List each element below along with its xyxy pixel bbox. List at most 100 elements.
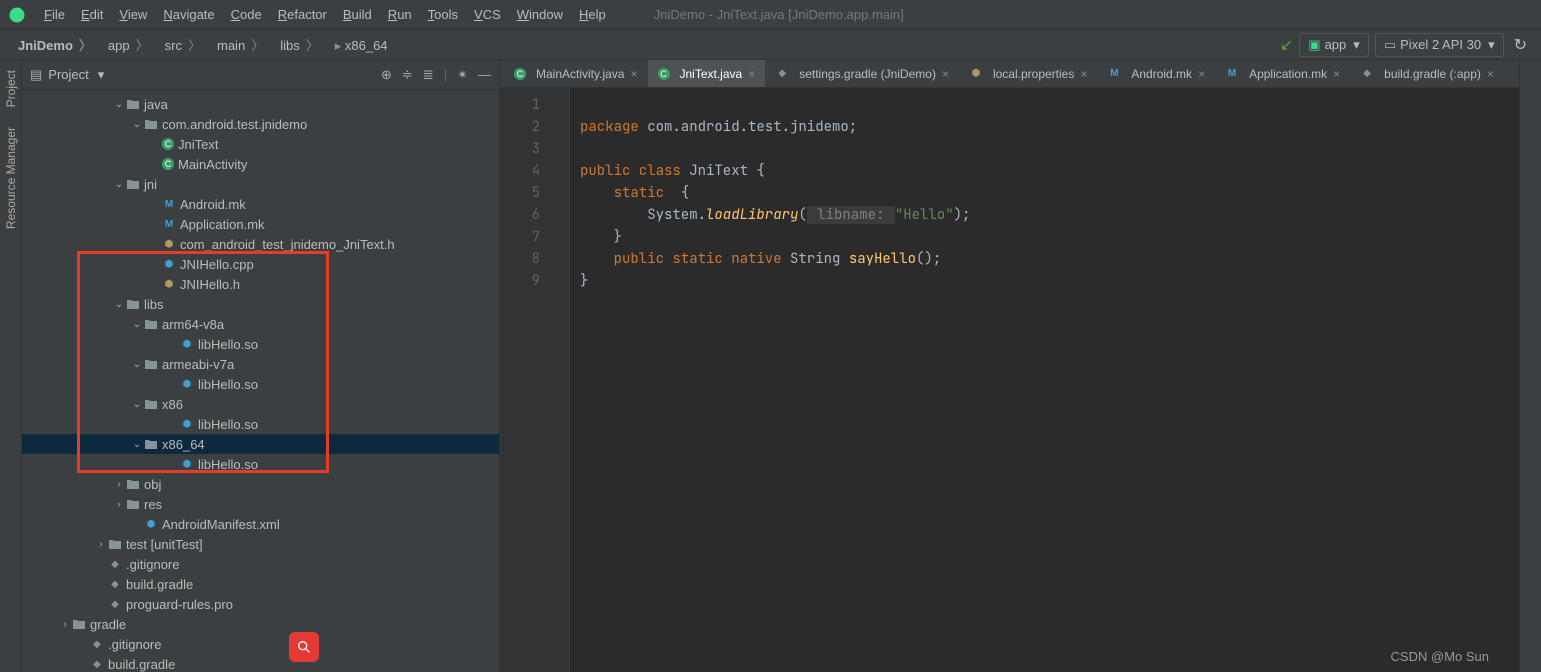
sync-icon[interactable]: ↙ xyxy=(1280,35,1293,55)
expander-icon[interactable]: ⌄ xyxy=(130,399,144,410)
project-tree[interactable]: ⌄java⌄com.android.test.jnidemoCJniTextCM… xyxy=(22,90,499,672)
editor-tab[interactable]: MApplication.mk× xyxy=(1215,60,1350,87)
expander-icon[interactable]: ⌄ xyxy=(130,119,144,130)
breadcrumb-item[interactable]: app xyxy=(100,36,157,55)
menu-file[interactable]: File xyxy=(36,3,73,26)
expander-icon[interactable]: ⌄ xyxy=(112,299,126,310)
expand-all-icon[interactable]: ≑ xyxy=(402,67,413,83)
close-tab-icon[interactable]: × xyxy=(1080,67,1087,81)
tree-item[interactable]: ◆.gitignore xyxy=(22,634,499,654)
close-tab-icon[interactable]: × xyxy=(1333,67,1340,81)
code-area[interactable]: package com.android.test.jnidemo; public… xyxy=(570,88,1519,672)
tree-item[interactable]: CJniText xyxy=(22,134,499,154)
expander-icon[interactable]: ⌄ xyxy=(112,99,126,110)
expander-icon[interactable]: ⌄ xyxy=(130,359,144,370)
panel-title[interactable]: Project xyxy=(48,67,88,82)
close-tab-icon[interactable]: × xyxy=(630,67,637,81)
tree-item[interactable]: ⌄armeabi-v7a xyxy=(22,354,499,374)
tree-item[interactable]: ◆build.gradle xyxy=(22,574,499,594)
editor-tab[interactable]: ◆settings.gradle (JniDemo)× xyxy=(765,60,959,87)
tree-item[interactable]: ⬢com_android_test_jnidemo_JniText.h xyxy=(22,234,499,254)
device-selector-button[interactable]: ▭Pixel 2 API 30▾ xyxy=(1375,33,1504,57)
tree-item[interactable]: ⌄arm64-v8a xyxy=(22,314,499,334)
menu-vcs[interactable]: VCS xyxy=(466,3,509,26)
tree-label: libHello.so xyxy=(198,457,258,472)
tree-label: com_android_test_jnidemo_JniText.h xyxy=(180,237,395,252)
editor-tab[interactable]: ◆build.gradle (:app)× xyxy=(1350,60,1504,87)
close-tab-icon[interactable]: × xyxy=(1487,67,1494,81)
settings-icon[interactable]: ✴ xyxy=(457,67,468,83)
panel-dropdown-icon[interactable]: ▾ xyxy=(98,67,105,83)
editor-tab[interactable]: MAndroid.mk× xyxy=(1097,60,1215,87)
menu-refactor[interactable]: Refactor xyxy=(270,3,335,26)
tree-item[interactable]: ›obj xyxy=(22,474,499,494)
breadcrumb-item[interactable]: JniDemo xyxy=(10,36,100,55)
expander-icon[interactable]: › xyxy=(58,619,72,630)
tree-item[interactable]: ⬢ JNIHello.h xyxy=(22,274,499,294)
menu-build[interactable]: Build xyxy=(335,3,380,26)
editor-tab[interactable]: CJniText.java× xyxy=(648,60,766,87)
m-icon: M xyxy=(162,217,176,231)
menu-window[interactable]: Window xyxy=(509,3,571,26)
tree-item[interactable]: ⬢libHello.so xyxy=(22,454,499,474)
close-tab-icon[interactable]: × xyxy=(748,67,755,81)
project-tool-button[interactable]: Project xyxy=(4,70,18,107)
menu-tools[interactable]: Tools xyxy=(420,3,466,26)
expander-icon[interactable]: › xyxy=(94,539,108,550)
editor[interactable]: 123456789 package com.android.test.jnide… xyxy=(500,88,1519,672)
tree-item[interactable]: ⬢JNIHello.cpp xyxy=(22,254,499,274)
collapse-all-icon[interactable]: ≣ xyxy=(423,67,434,83)
run-config-button[interactable]: ▣app▾ xyxy=(1299,33,1369,57)
tree-item[interactable]: ⬢libHello.so xyxy=(22,414,499,434)
gradle-icon: ◆ xyxy=(90,637,104,651)
close-tab-icon[interactable]: × xyxy=(942,67,949,81)
tree-item[interactable]: ›test [unitTest] xyxy=(22,534,499,554)
expander-icon[interactable]: › xyxy=(112,479,126,490)
tree-item[interactable]: ⌄libs xyxy=(22,294,499,314)
select-opened-icon[interactable]: ⊕ xyxy=(381,67,392,83)
menu-navigate[interactable]: Navigate xyxy=(155,3,222,26)
tree-item[interactable]: ⌄x86_64 xyxy=(22,434,499,454)
breadcrumb-item[interactable]: src xyxy=(157,36,209,55)
tree-item[interactable]: ⌄jni xyxy=(22,174,499,194)
h-icon: ⬢ xyxy=(969,67,983,81)
breadcrumb-item[interactable]: ▸ x86_64 xyxy=(327,36,396,55)
tree-item[interactable]: ⌄java xyxy=(22,94,499,114)
search-fab[interactable] xyxy=(289,632,319,662)
tree-label: Application.mk xyxy=(180,217,265,232)
menu-code[interactable]: Code xyxy=(223,3,270,26)
menu-run[interactable]: Run xyxy=(380,3,420,26)
breadcrumb-item[interactable]: main xyxy=(209,36,272,55)
menu-view[interactable]: View xyxy=(111,3,155,26)
tree-item[interactable]: ⬢libHello.so xyxy=(22,334,499,354)
hide-panel-icon[interactable]: — xyxy=(478,67,491,83)
expander-icon[interactable]: ⌄ xyxy=(130,439,144,450)
editor-tab[interactable]: CMainActivity.java× xyxy=(504,60,648,87)
tree-label: JNIHello.h xyxy=(180,277,240,292)
tree-item[interactable]: MAndroid.mk xyxy=(22,194,499,214)
resource-manager-button[interactable]: Resource Manager xyxy=(4,127,18,229)
h-icon: ⬢ xyxy=(162,277,176,291)
tree-item[interactable]: ◆.gitignore xyxy=(22,554,499,574)
menu-help[interactable]: Help xyxy=(571,3,614,26)
menu-edit[interactable]: Edit xyxy=(73,3,111,26)
refresh-icon[interactable]: ↻ xyxy=(1510,35,1531,55)
tree-item[interactable]: ⬢AndroidManifest.xml xyxy=(22,514,499,534)
expander-icon[interactable]: ⌄ xyxy=(112,179,126,190)
tree-item[interactable]: ›res xyxy=(22,494,499,514)
tree-item[interactable]: M Application.mk xyxy=(22,214,499,234)
breadcrumb-item[interactable]: libs xyxy=(272,36,327,55)
tree-item[interactable]: ⌄x86 xyxy=(22,394,499,414)
editor-tab[interactable]: ⬢local.properties× xyxy=(959,60,1097,87)
tree-item[interactable]: ⌄com.android.test.jnidemo xyxy=(22,114,499,134)
close-tab-icon[interactable]: × xyxy=(1198,67,1205,81)
expander-icon[interactable]: ⌄ xyxy=(130,319,144,330)
tree-item[interactable]: ⬢libHello.so xyxy=(22,374,499,394)
expander-icon[interactable]: › xyxy=(112,499,126,510)
tree-item[interactable]: CMainActivity xyxy=(22,154,499,174)
tree-item[interactable]: ›gradle xyxy=(22,614,499,634)
watermark: CSDN @Mo Sun xyxy=(1391,649,1489,664)
tree-item[interactable]: ◆build.gradle xyxy=(22,654,499,672)
tree-item[interactable]: ◆proguard-rules.pro xyxy=(22,594,499,614)
tree-label: libHello.so xyxy=(198,337,258,352)
